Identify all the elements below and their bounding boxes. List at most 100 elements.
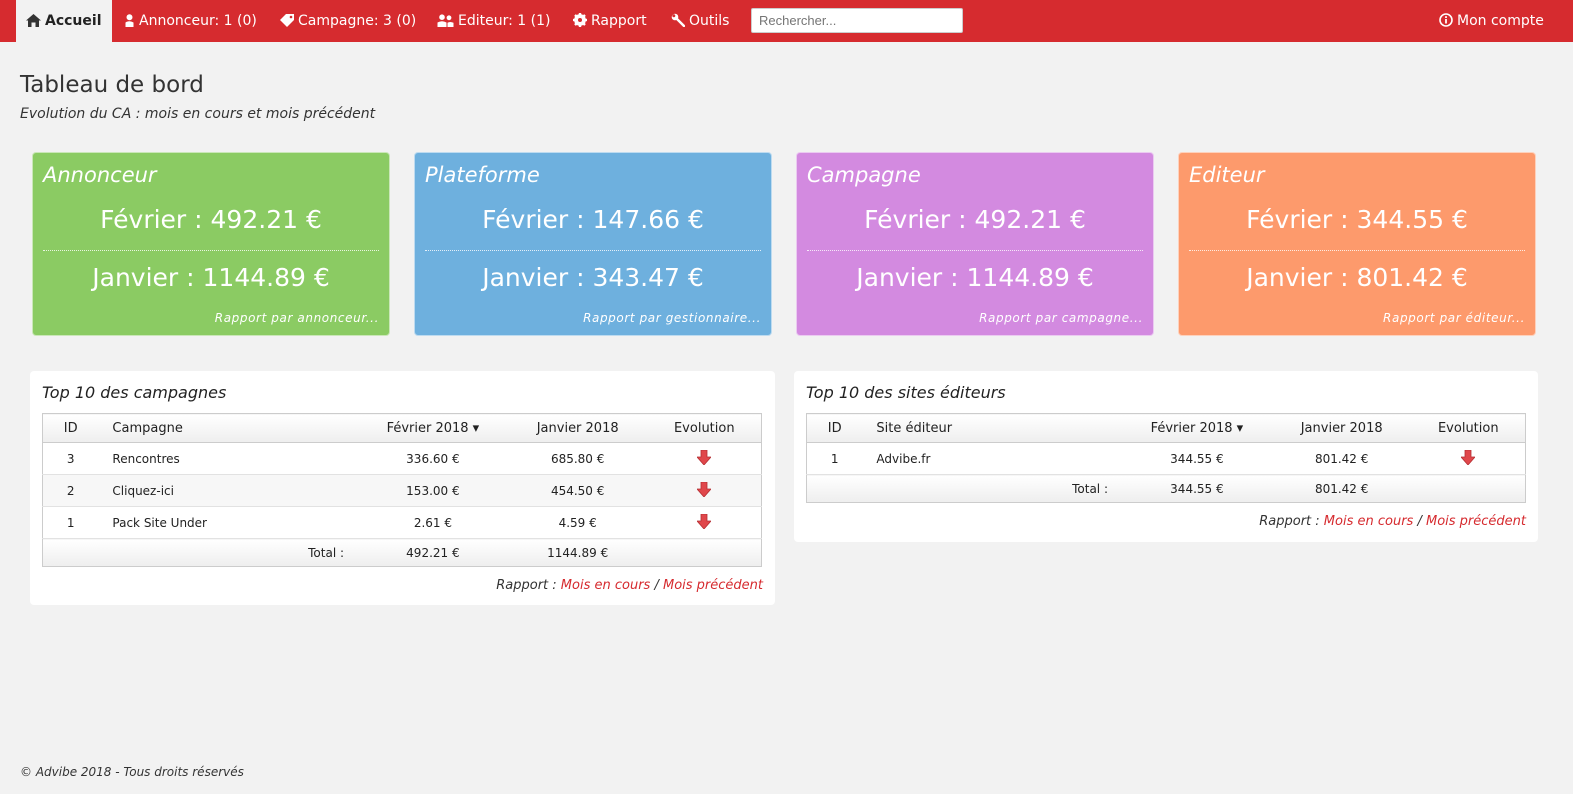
search-input[interactable] bbox=[751, 8, 963, 33]
link-current-month[interactable]: Mois en cours bbox=[1324, 514, 1414, 529]
info-icon bbox=[1439, 13, 1457, 29]
col-campaign[interactable]: Campagne bbox=[98, 413, 359, 443]
card-report-link[interactable]: Rapport par éditeur... bbox=[1383, 311, 1525, 325]
arrow-down-icon bbox=[696, 481, 713, 500]
card-divider bbox=[43, 250, 379, 251]
link-previous-month[interactable]: Mois précédent bbox=[1426, 514, 1526, 529]
link-previous-month[interactable]: Mois précédent bbox=[663, 578, 763, 593]
users-icon bbox=[437, 13, 458, 29]
nav-account-label: Mon compte bbox=[1457, 13, 1544, 29]
cell-evolution bbox=[1411, 442, 1526, 475]
cell-name: Pack Site Under bbox=[98, 506, 359, 539]
card-current-month: Février : 147.66 € bbox=[482, 205, 704, 234]
total-label: Total : bbox=[98, 538, 359, 567]
card-platform: Plateforme Février : 147.66 € Janvier : … bbox=[414, 152, 772, 336]
col-current-month[interactable]: Février 2018 ▾ bbox=[1122, 413, 1272, 443]
total-previous: 801.42 € bbox=[1271, 474, 1412, 503]
nav-home[interactable]: Accueil bbox=[16, 0, 112, 42]
cell-evolution bbox=[647, 474, 762, 507]
col-id[interactable]: ID bbox=[806, 413, 863, 443]
link-current-month[interactable]: Mois en cours bbox=[561, 578, 651, 593]
total-row: Total : 344.55 € 801.42 € bbox=[806, 474, 1526, 503]
panel-title: Top 10 des sites éditeurs bbox=[806, 383, 1006, 402]
card-divider bbox=[1189, 250, 1525, 251]
col-evolution[interactable]: Evolution bbox=[647, 413, 762, 443]
nav-campaign-label: Campagne: 3 (0) bbox=[298, 13, 417, 29]
panel-title: Top 10 des campagnes bbox=[42, 383, 227, 402]
card-report-link[interactable]: Rapport par annonceur... bbox=[215, 311, 379, 325]
nav-report[interactable]: Rapport bbox=[573, 0, 647, 42]
arrow-down-icon bbox=[696, 449, 713, 468]
link-separator: / bbox=[1417, 514, 1422, 529]
cell-name: Cliquez-ici bbox=[98, 474, 359, 507]
card-divider bbox=[807, 250, 1143, 251]
col-evolution[interactable]: Evolution bbox=[1411, 413, 1526, 443]
nav-advertiser[interactable]: Annonceur: 1 (0) bbox=[124, 0, 257, 42]
card-title: Annonceur bbox=[43, 163, 157, 187]
card-campaign: Campagne Février : 492.21 € Janvier : 11… bbox=[796, 152, 1154, 336]
page-subtitle: Evolution du CA : mois en cours et mois … bbox=[20, 106, 376, 122]
nav-tools[interactable]: Outils bbox=[671, 0, 729, 42]
card-divider bbox=[425, 250, 761, 251]
cell-id: 1 bbox=[806, 442, 863, 475]
tag-icon bbox=[280, 13, 298, 29]
col-previous-month[interactable]: Janvier 2018 bbox=[507, 413, 648, 443]
page-footer: © Advibe 2018 - Tous droits réservés bbox=[20, 765, 244, 779]
card-report-link[interactable]: Rapport par campagne... bbox=[979, 311, 1143, 325]
card-previous-month: Janvier : 801.42 € bbox=[1246, 263, 1468, 292]
col-id[interactable]: ID bbox=[42, 413, 99, 443]
nav-report-label: Rapport bbox=[591, 13, 647, 29]
total-row: Total : 492.21 € 1144.89 € bbox=[42, 538, 762, 567]
report-links-prefix: Rapport : bbox=[496, 578, 557, 593]
cell-current: 153.00 € bbox=[358, 474, 508, 507]
cell-evolution bbox=[647, 442, 762, 475]
nav-campaign[interactable]: Campagne: 3 (0) bbox=[280, 0, 416, 42]
nav-advertiser-label: Annonceur: 1 (0) bbox=[139, 13, 257, 29]
card-previous-month: Janvier : 1144.89 € bbox=[856, 263, 1094, 292]
top-campaigns-panel: Top 10 des campagnes ID Campagne Février… bbox=[30, 371, 775, 605]
cell-id: 3 bbox=[42, 442, 99, 475]
cell-evolution bbox=[647, 506, 762, 539]
campaigns-table: ID Campagne Février 2018 ▾ Janvier 2018 … bbox=[42, 413, 762, 567]
card-previous-month: Janvier : 343.47 € bbox=[482, 263, 704, 292]
cell-previous: 685.80 € bbox=[507, 442, 648, 475]
card-current-month: Février : 492.21 € bbox=[864, 205, 1086, 234]
table-row[interactable]: 1 Pack Site Under 2.61 € 4.59 € bbox=[42, 506, 762, 539]
table-row[interactable]: 2 Cliquez-ici 153.00 € 454.50 € bbox=[42, 474, 762, 507]
nav-home-label: Accueil bbox=[45, 13, 102, 29]
table-row[interactable]: 1 Advibe.fr 344.55 € 801.42 € bbox=[806, 442, 1526, 475]
total-previous: 1144.89 € bbox=[507, 538, 648, 567]
publishers-table: ID Site éditeur Février 2018 ▾ Janvier 2… bbox=[806, 413, 1526, 503]
cell-current: 336.60 € bbox=[358, 442, 508, 475]
gear-icon bbox=[573, 13, 591, 29]
card-advertiser: Annonceur Février : 492.21 € Janvier : 1… bbox=[32, 152, 390, 336]
total-label: Total : bbox=[862, 474, 1122, 503]
arrow-down-icon bbox=[1460, 449, 1477, 468]
card-previous-month: Janvier : 1144.89 € bbox=[92, 263, 330, 292]
col-current-month[interactable]: Février 2018 ▾ bbox=[358, 413, 508, 443]
total-current: 492.21 € bbox=[358, 538, 508, 567]
col-previous-month[interactable]: Janvier 2018 bbox=[1271, 413, 1412, 443]
cell-name: Advibe.fr bbox=[862, 442, 1122, 475]
report-links: Rapport : Mois en cours / Mois précédent bbox=[496, 578, 763, 593]
table-header-row: ID Site éditeur Février 2018 ▾ Janvier 2… bbox=[806, 413, 1526, 443]
cell-id: 1 bbox=[42, 506, 99, 539]
nav-publisher[interactable]: Editeur: 1 (1) bbox=[437, 0, 550, 42]
nav-tools-label: Outils bbox=[689, 13, 730, 29]
cell-current: 344.55 € bbox=[1122, 442, 1272, 475]
page-title: Tableau de bord bbox=[20, 72, 204, 98]
table-header-row: ID Campagne Février 2018 ▾ Janvier 2018 … bbox=[42, 413, 762, 443]
cell-previous: 801.42 € bbox=[1271, 442, 1412, 475]
top-navbar: Accueil Annonceur: 1 (0) Campagne: 3 (0)… bbox=[0, 0, 1573, 42]
cell-current: 2.61 € bbox=[358, 506, 508, 539]
arrow-down-icon bbox=[696, 513, 713, 532]
card-report-link[interactable]: Rapport par gestionnaire... bbox=[583, 311, 761, 325]
report-links: Rapport : Mois en cours / Mois précédent bbox=[1259, 514, 1526, 529]
col-site[interactable]: Site éditeur bbox=[862, 413, 1122, 443]
link-separator: / bbox=[654, 578, 659, 593]
total-current: 344.55 € bbox=[1122, 474, 1272, 503]
home-icon bbox=[26, 13, 45, 29]
nav-account[interactable]: Mon compte bbox=[1439, 0, 1544, 42]
cell-previous: 454.50 € bbox=[507, 474, 648, 507]
table-row[interactable]: 3 Rencontres 336.60 € 685.80 € bbox=[42, 442, 762, 475]
